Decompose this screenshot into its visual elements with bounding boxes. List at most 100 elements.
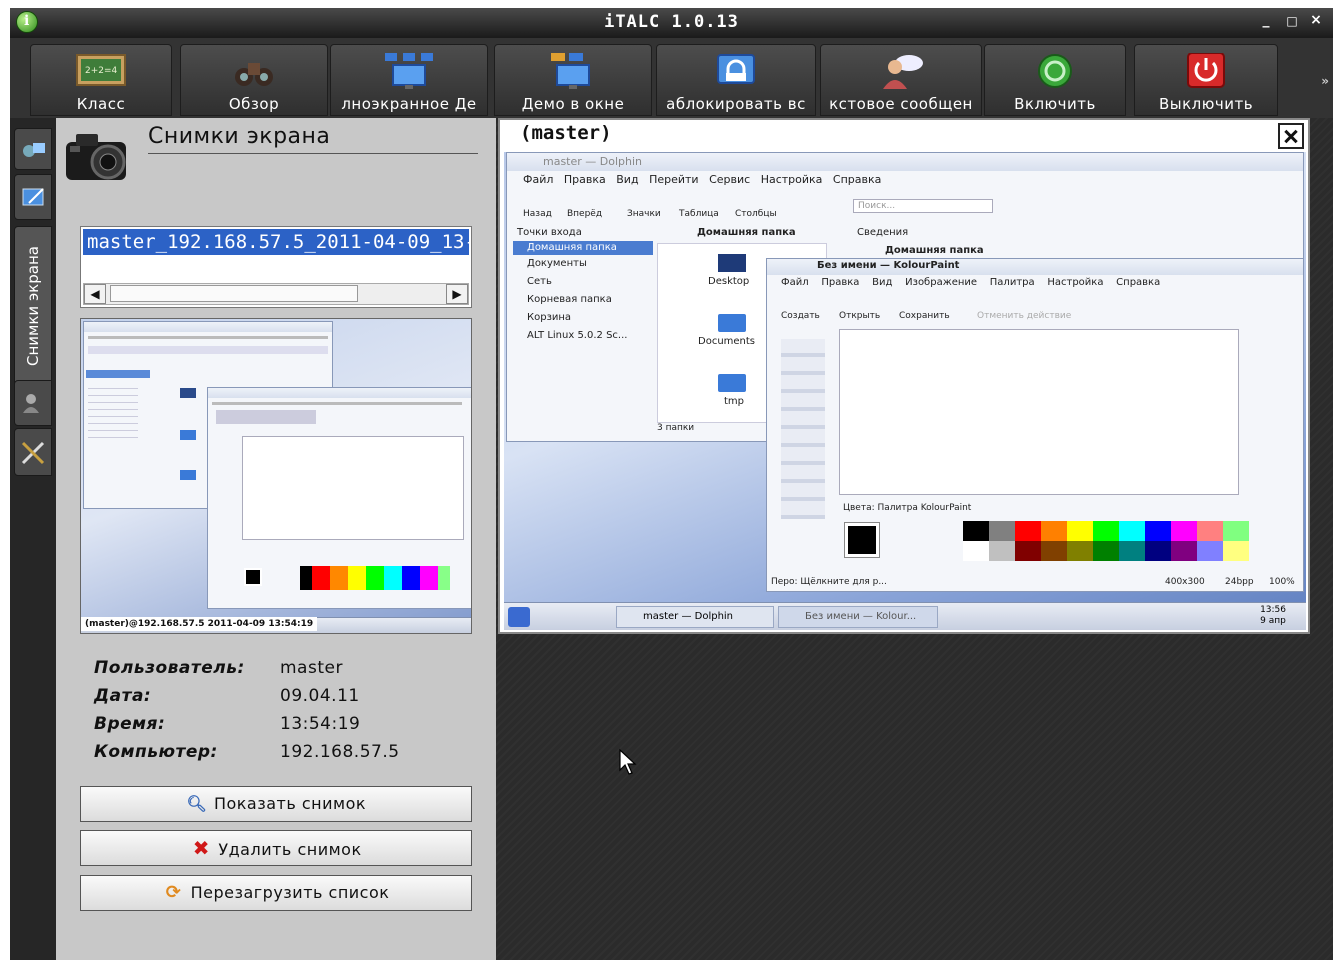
kolourpaint-toolbar: Создать Открыть Сохранить Отменить дейст… [781,295,1101,323]
date-label: Дата: [94,686,152,706]
thumb-kolourpaint-window [207,387,471,609]
tab-snapshot-tool[interactable] [14,174,52,220]
palette-swatch [1093,541,1119,561]
clock-time: 13:56 [1260,605,1286,615]
list-horizontal-scrollbar[interactable]: ◀ ▶ [83,283,469,305]
kp-menu-help: Справка [1116,277,1161,288]
palette-label: Цвета: Палитра KolourPaint [843,503,972,513]
overview-button-label: Обзор [228,95,280,113]
folder-documents: Documents [698,336,756,347]
folder-tmp: tmp [724,396,745,407]
palette-swatch [1223,541,1249,561]
palette-swatch [1197,521,1223,541]
class-button[interactable]: 2+2=4 Класс [30,44,172,116]
window-demo-icon [551,53,590,89]
palette-swatch [1067,541,1093,561]
screenshot-list[interactable]: master_192.168.57.5_2011-04-09_13-54-19 … [80,226,472,308]
palette-swatch [1093,521,1119,541]
palette-swatch [1119,541,1145,561]
tab-screenshots-label: Снимки экрана [24,246,42,366]
dolphin-title: master — Dolphin [543,155,643,168]
computer-value: 192.168.57.5 [280,742,400,762]
palette-swatch [1015,541,1041,561]
tab-users[interactable] [14,380,52,426]
tab-screenshots[interactable]: Снимки экрана [14,226,52,386]
menu-help: Справка [832,173,882,186]
computer-label: Компьютер: [94,742,218,762]
window-demo-button-label: Демо в окне [521,95,625,113]
kp-status-left: Перо: Щёлкните для р... [771,577,887,587]
taskbar-item-kolourpaint: Без имени — Kolour... [778,606,938,628]
side-tab-bar: Снимки экрана [10,118,56,960]
toolbar-overflow-button[interactable]: » [1321,74,1329,88]
start-menu-icon [508,607,530,627]
place-home: Домашняя папка [527,242,617,253]
date-value: 09.04.11 [280,686,360,706]
panel-title: Снимки экрана [148,124,478,154]
kp-status-zoom: 100% [1269,577,1295,587]
binoculars-icon [235,63,273,86]
overview-button[interactable]: Обзор [180,44,328,116]
minimize-button[interactable]: _ [1257,12,1275,32]
title-bar: iTALC 1.0.13 _ □ × [10,8,1333,38]
dolphin-breadcrumb: Домашняя папка [697,227,796,238]
network-icon [23,143,45,157]
palette-swatch [1171,541,1197,561]
scrollbar-thumb[interactable] [110,285,358,302]
scroll-right-arrow-icon[interactable]: ▶ [446,284,468,304]
delete-snapshot-button[interactable]: ✖ Удалить снимок [80,830,472,866]
menu-file: Файл [523,173,554,186]
palette-swatch [963,541,989,561]
taskbar-item-dolphin: master — Dolphin [616,606,774,628]
show-snapshot-button[interactable]: 🔍︎ Показать снимок [80,786,472,822]
kolourpaint-menubar: Файл Правка Вид Изображение Палитра Наст… [781,277,1160,288]
close-button[interactable]: × [1307,12,1325,32]
place-trash: Корзина [527,312,572,323]
remote-taskbar: master — Dolphin Без имени — Kolour... 1… [504,602,1306,630]
tools-icon [21,441,45,465]
palette-swatch [1145,541,1171,561]
screenshot-thumbnail: (master)@192.168.57.5 2011-04-09 13:54:1… [80,318,472,634]
screenshot-list-item[interactable]: master_192.168.57.5_2011-04-09_13-54-19 [83,229,469,255]
close-preview-button[interactable] [1278,123,1304,149]
kp-menu-settings: Настройка [1047,277,1104,288]
kp-status-size: 400x300 [1165,577,1205,587]
power-off-icon [1187,53,1225,88]
lock-screen-button-label: аблокировать вс [666,95,806,113]
fullscreen-demo-button[interactable]: лноэкранное Де [330,44,488,116]
text-message-button[interactable]: кстовое сообщен [820,44,982,116]
place-root: Корневая папка [527,294,612,305]
reload-list-button[interactable]: ⟳ Перезагрузить список [80,875,472,911]
mouse-cursor-icon [619,748,637,775]
kp-menu-view: Вид [872,277,893,288]
scroll-left-arrow-icon[interactable]: ◀ [84,284,106,304]
svg-text:2+2=4: 2+2=4 [85,66,118,76]
class-button-label: Класс [76,95,126,113]
kp-menu-file: Файл [781,277,809,288]
delete-icon: ✖ [192,836,210,860]
kp-tool-open: Открыть [839,311,881,321]
color-palette [963,521,1249,561]
place-documents: Документы [527,258,587,269]
color-selector [844,522,880,558]
dolphin-status: 3 папки [657,423,695,433]
info-title: Домашняя папка [885,245,984,256]
tab-settings[interactable] [14,428,52,476]
palette-swatch [963,521,989,541]
menu-view: Вид [616,173,639,186]
preview-screenshot: master — Dolphin Файл Правка Вид Перейти… [504,152,1306,630]
dolphin-search: Поиск... [853,199,993,213]
folder-desktop: Desktop [708,276,750,287]
power-off-button[interactable]: Выключить [1134,44,1278,116]
lock-screen-button[interactable]: аблокировать вс [656,44,816,116]
kp-menu-edit: Правка [821,277,860,288]
tab-overview-mode[interactable] [14,128,52,170]
window-demo-button[interactable]: Демо в окне [494,44,652,116]
palette-swatch [989,521,1015,541]
power-on-button[interactable]: Включить [984,44,1126,116]
kolourpaint-title: Без имени — KolourPaint [817,260,960,271]
kp-status-depth: 24bpp [1225,577,1254,587]
menu-go: Перейти [649,173,699,186]
screen-edit-icon [22,188,44,206]
maximize-button[interactable]: □ [1283,14,1301,34]
